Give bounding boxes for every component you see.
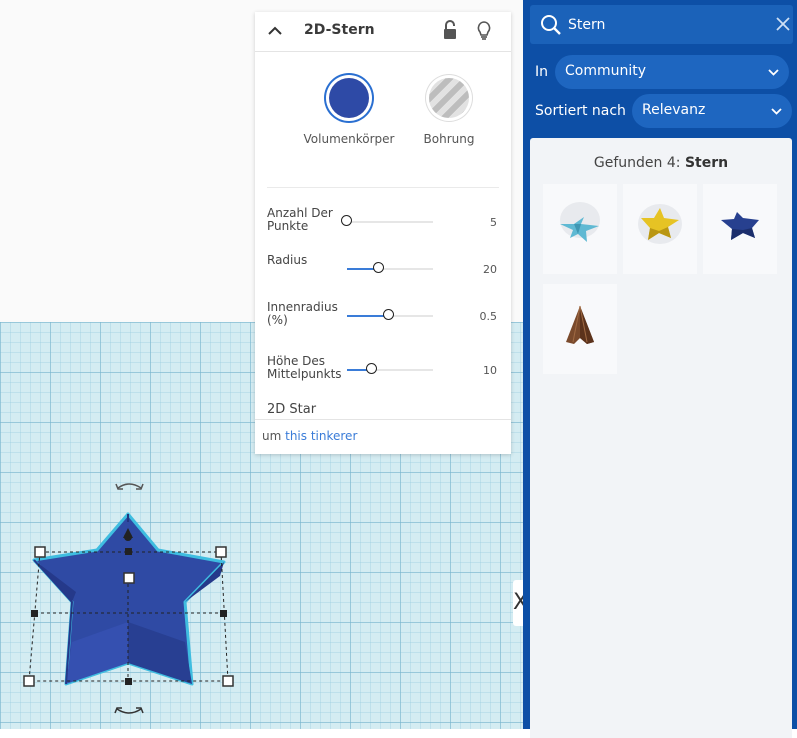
search-input[interactable] <box>568 15 758 35</box>
result-card-brown-cone-star[interactable] <box>543 284 617 374</box>
lightbulb-icon[interactable] <box>475 20 493 40</box>
unlock-icon[interactable] <box>442 20 458 40</box>
results-heading: Gefunden 4: Stern <box>530 155 792 171</box>
results-query: Stern <box>684 155 729 171</box>
source-dropdown[interactable]: Community <box>555 55 789 89</box>
results-count: Gefunden 4: <box>593 155 681 171</box>
yellow-star-icon <box>638 204 682 244</box>
property-value[interactable]: 0.5 <box>480 310 498 323</box>
inspector-header: 2D-Stern <box>255 12 511 52</box>
solid-material-option[interactable]: Volumenkörper <box>287 78 411 146</box>
solid-label: Volumenkörper <box>303 132 395 146</box>
inspector-footer: um this tinkerer <box>255 419 511 454</box>
slider-track[interactable] <box>347 262 433 273</box>
property-label: Höhe Des Mittelpunkts <box>267 354 342 381</box>
slider-track[interactable] <box>341 215 433 226</box>
property-radius: Radius 20 <box>267 254 497 284</box>
author-prefix: um <box>262 429 282 443</box>
property-value[interactable]: 10 <box>483 364 497 377</box>
chevron-down-icon <box>771 108 782 115</box>
hole-label: Bohrung <box>423 132 475 146</box>
result-card-yellow-star[interactable] <box>623 184 697 274</box>
source-label: In <box>535 64 549 80</box>
rotate-arrow-bottom-icon[interactable] <box>114 707 144 714</box>
divider <box>267 187 499 188</box>
chevron-down-icon <box>768 69 779 76</box>
slider-knob[interactable] <box>383 309 395 320</box>
search-icon <box>541 15 561 35</box>
chevron-up-icon[interactable] <box>267 23 283 39</box>
slider-track[interactable] <box>347 363 433 374</box>
sort-value: Relevanz <box>642 102 706 118</box>
search-results-panel: Gefunden 4: Stern <box>530 138 792 738</box>
hole-pattern-swatch[interactable] <box>429 78 469 118</box>
shapes-sidebar: In Community Sortiert nach Relevanz Gefu… <box>523 0 797 738</box>
property-point-count: Anzahl Der Punkte 5 <box>267 207 497 237</box>
property-inner-radius: Innenradius (%) 0.5 <box>267 301 497 331</box>
rotate-arrow-top-icon[interactable] <box>115 483 144 490</box>
source-value: Community <box>565 63 647 79</box>
author-link[interactable]: this tinkerer <box>285 429 357 443</box>
result-card-navy-star[interactable] <box>703 184 777 274</box>
property-center-height: Höhe Des Mittelpunkts 10 <box>267 355 497 385</box>
shape-name: 2D Star <box>267 402 317 417</box>
view-edge-label: X <box>513 580 523 626</box>
slider-track[interactable] <box>347 309 433 320</box>
property-label: Radius <box>267 253 308 267</box>
solid-color-swatch[interactable] <box>329 78 369 118</box>
shape-inspector-panel: 2D-Stern Volumenkörper Bohrung Anzahl De… <box>255 12 511 454</box>
property-label: Innenradius (%) <box>267 300 338 327</box>
inspector-title: 2D-Stern <box>304 22 375 38</box>
sort-label: Sortiert nach <box>535 103 626 119</box>
hole-material-option[interactable]: Bohrung <box>405 78 493 146</box>
search-box[interactable] <box>530 5 793 44</box>
property-label: Anzahl Der Punkte <box>267 206 333 233</box>
slider-knob[interactable] <box>341 215 352 226</box>
sort-dropdown[interactable]: Relevanz <box>632 94 792 128</box>
result-card-light-blue-star[interactable] <box>543 184 617 274</box>
brown-cone-star-icon <box>566 305 594 344</box>
slider-knob[interactable] <box>365 363 377 374</box>
light-blue-star-icon <box>560 202 600 242</box>
close-icon[interactable] <box>776 17 790 31</box>
slider-knob[interactable] <box>372 262 384 273</box>
navy-star-icon <box>721 212 759 240</box>
property-value[interactable]: 20 <box>483 263 497 276</box>
property-value[interactable]: 5 <box>490 216 497 229</box>
